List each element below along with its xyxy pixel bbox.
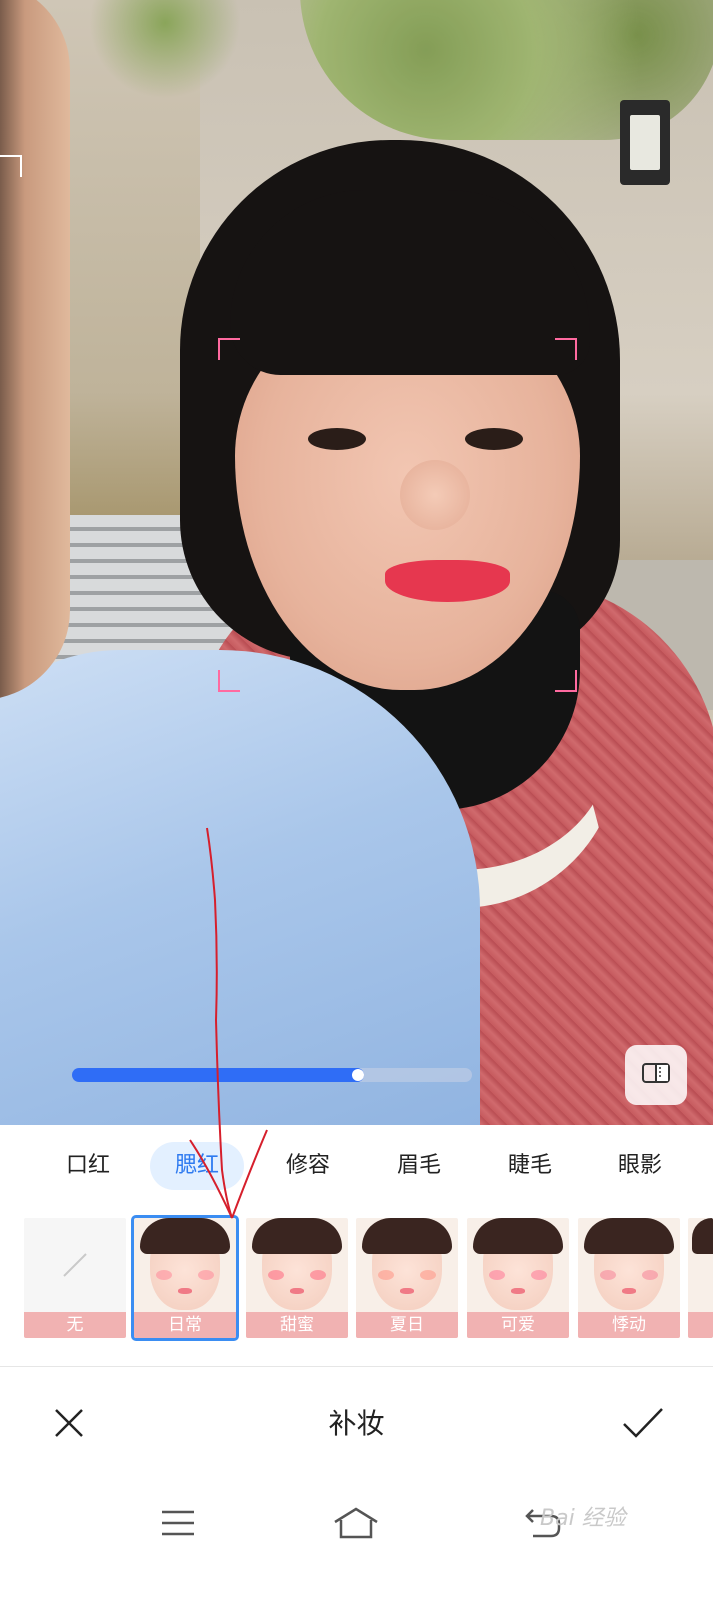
tab-eyeshadow[interactable]: 眼影 [607,1142,673,1190]
tab-lipstick[interactable]: 口红 [55,1142,121,1190]
nav-menu-button[interactable] [153,1500,203,1550]
tab-eyebrow[interactable]: 眉毛 [386,1142,452,1190]
style-preview-cheek [378,1270,394,1280]
style-preview-hair [140,1218,230,1254]
subject-eye [308,428,366,450]
confirm-button[interactable] [618,1400,668,1450]
style-preview-cheek [642,1270,658,1280]
style-preview-cheek [531,1270,547,1280]
style-preview-lip [178,1288,192,1294]
style-option-label: 无 [24,1312,126,1338]
style-option-label [688,1312,713,1338]
style-preview-lip [622,1288,636,1294]
style-preview-cheek [420,1270,436,1280]
compare-icon [642,1063,670,1087]
intensity-slider-handle[interactable] [352,1069,364,1081]
home-icon [332,1506,380,1544]
style-preview-cheek [156,1270,172,1280]
face-frame-corner [555,338,577,360]
style-preview-hair [692,1218,713,1254]
tab-contour[interactable]: 修容 [275,1142,341,1190]
face-frame-corner [555,670,577,692]
style-option-none[interactable]: 无 [24,1218,126,1338]
tab-eyelash[interactable]: 睫毛 [497,1142,563,1190]
none-icon [63,1253,87,1277]
background-lamp [620,100,670,185]
divider [0,1366,713,1367]
style-preview-hair [252,1218,342,1254]
style-preview-lip [290,1288,304,1294]
style-option-label: 日常 [134,1312,236,1338]
photo-preview [0,0,713,1125]
subject-lips [385,560,510,602]
style-option-cute[interactable]: 可爱 [467,1218,569,1338]
subject-nose [400,460,470,530]
style-preview-hair [362,1218,452,1254]
face-frame-corner [0,155,22,177]
menu-icon [160,1509,196,1541]
style-option-partial[interactable] [688,1218,713,1338]
face-frame-corner [218,338,240,360]
page-title: 补妆 [328,1407,385,1440]
subject-eye [465,428,523,450]
style-option-label: 悸动 [578,1312,680,1338]
style-preview-lip [400,1288,414,1294]
style-preview-hair [473,1218,563,1254]
intensity-slider[interactable] [72,1068,472,1082]
style-preview-cheek [600,1270,616,1280]
style-option-daily[interactable]: 日常 [131,1215,239,1341]
style-preview-cheek [489,1270,505,1280]
style-preview-hair [584,1218,674,1254]
style-option-summer[interactable]: 夏日 [356,1218,458,1338]
check-icon [621,1406,665,1444]
style-preview-cheek [198,1270,214,1280]
second-person-head [0,0,70,700]
style-option-label: 夏日 [356,1312,458,1338]
watermark: Bai 经验 [540,1506,626,1531]
intensity-slider-fill [72,1068,364,1082]
nav-home-button[interactable] [331,1500,381,1550]
style-preview-cheek [268,1270,284,1280]
tab-blush[interactable]: 腮红 [150,1142,244,1190]
style-preview-lip [511,1288,525,1294]
style-preview-cheek [310,1270,326,1280]
face-frame-corner [218,670,240,692]
style-option-label: 可爱 [467,1312,569,1338]
compare-button[interactable] [625,1045,687,1105]
style-option-label: 甜蜜 [246,1312,348,1338]
style-option-sweet[interactable]: 甜蜜 [246,1218,348,1338]
style-option-heartbeat[interactable]: 悸动 [578,1218,680,1338]
